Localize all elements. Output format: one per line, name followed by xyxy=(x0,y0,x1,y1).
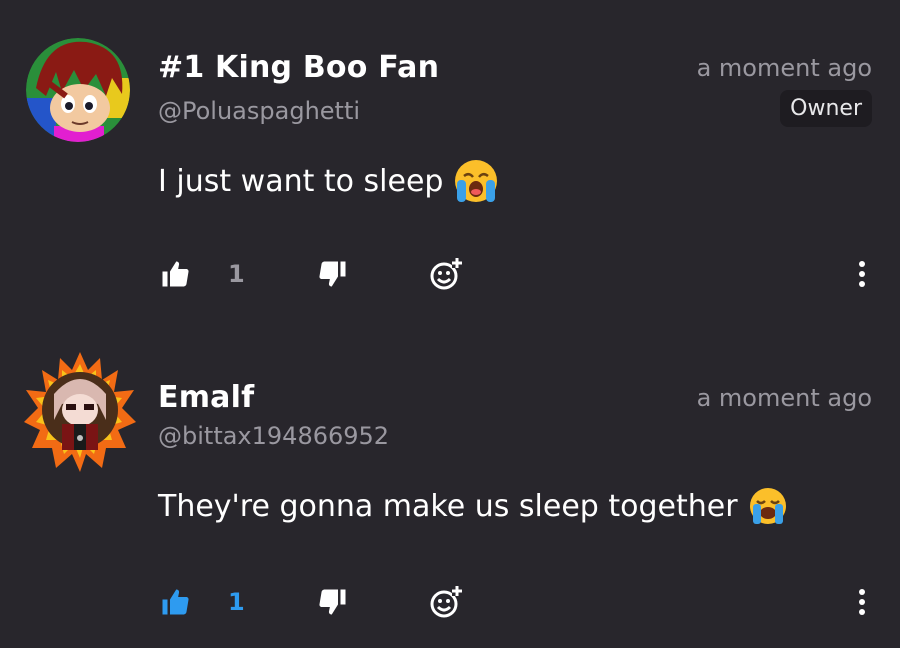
more-options-button[interactable] xyxy=(852,254,872,294)
comment-text-row: I just want to sleep xyxy=(158,158,499,204)
timestamp: a moment ago xyxy=(696,384,872,412)
dot xyxy=(859,589,865,595)
comment-text: I just want to sleep xyxy=(158,163,444,199)
comment-actions: 1 xyxy=(158,254,872,294)
author-name[interactable]: #1 King Boo Fan xyxy=(158,50,439,85)
comment: Emalf @bittax194866952 a moment ago They… xyxy=(0,320,900,648)
thumbs-down-icon xyxy=(319,589,346,615)
dislike-button[interactable] xyxy=(318,254,348,294)
owner-badge: Owner xyxy=(780,90,872,127)
comment-text-row: They're gonna make us sleep together xyxy=(158,486,788,526)
crying-face-emoji xyxy=(453,158,499,204)
thumbs-up-icon xyxy=(162,589,189,615)
add-reaction-icon xyxy=(430,586,462,618)
dot xyxy=(859,271,865,277)
like-button[interactable] xyxy=(160,254,190,294)
add-reaction-icon xyxy=(430,258,462,290)
dot xyxy=(859,599,865,605)
add-reaction-button[interactable] xyxy=(428,582,464,622)
comment-actions: 1 xyxy=(158,582,872,622)
timestamp: a moment ago xyxy=(696,54,872,82)
add-reaction-button[interactable] xyxy=(428,254,464,294)
dislike-button[interactable] xyxy=(318,582,348,622)
dot xyxy=(859,609,865,615)
dot xyxy=(859,281,865,287)
author-name[interactable]: Emalf xyxy=(158,380,254,415)
like-button[interactable] xyxy=(160,582,190,622)
loudly-crying-face-emoji xyxy=(748,486,788,526)
avatar[interactable] xyxy=(26,38,130,142)
author-handle[interactable]: @Poluaspaghetti xyxy=(158,97,360,125)
like-count: 1 xyxy=(228,588,245,616)
thumbs-up-icon xyxy=(162,261,189,287)
author-handle[interactable]: @bittax194866952 xyxy=(158,422,389,450)
dot xyxy=(859,261,865,267)
like-count: 1 xyxy=(228,260,245,288)
comment: #1 King Boo Fan @Poluaspaghetti a moment… xyxy=(0,0,900,320)
avatar[interactable] xyxy=(22,350,138,474)
comment-text: They're gonna make us sleep together xyxy=(158,488,738,524)
more-options-button[interactable] xyxy=(852,582,872,622)
thumbs-down-icon xyxy=(319,261,346,287)
